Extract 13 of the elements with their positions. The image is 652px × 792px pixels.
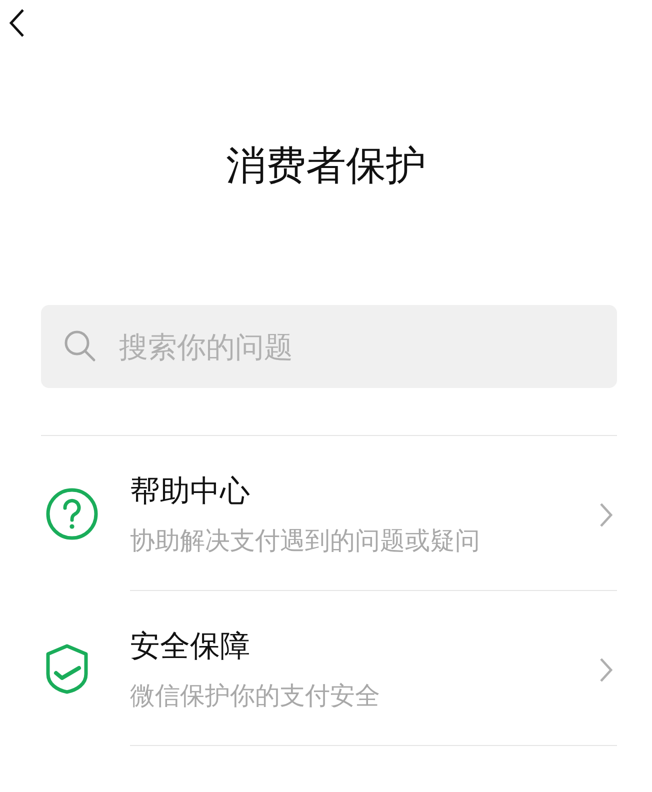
item-title: 帮助中心 (130, 473, 251, 511)
item-subtitle: 协助解决支付遇到的问题或疑问 (130, 525, 480, 557)
search-field[interactable]: 搜索你的问题 (41, 305, 617, 388)
shield-check-icon (45, 644, 89, 694)
back-icon[interactable] (8, 8, 26, 38)
item-title: 安全保障 (130, 628, 251, 666)
chevron-icon (599, 657, 613, 683)
item-subtitle: 微信保护你的支付安全 (130, 680, 380, 712)
list-item[interactable]: 帮助中心 协助解决支付遇到的问题或疑问 (130, 436, 617, 591)
question-icon (45, 486, 99, 540)
page-title: 消费者保护 (225, 142, 427, 191)
chevron-icon (599, 502, 613, 528)
list-item[interactable]: 安全保障 微信保护你的支付安全 (130, 591, 617, 746)
